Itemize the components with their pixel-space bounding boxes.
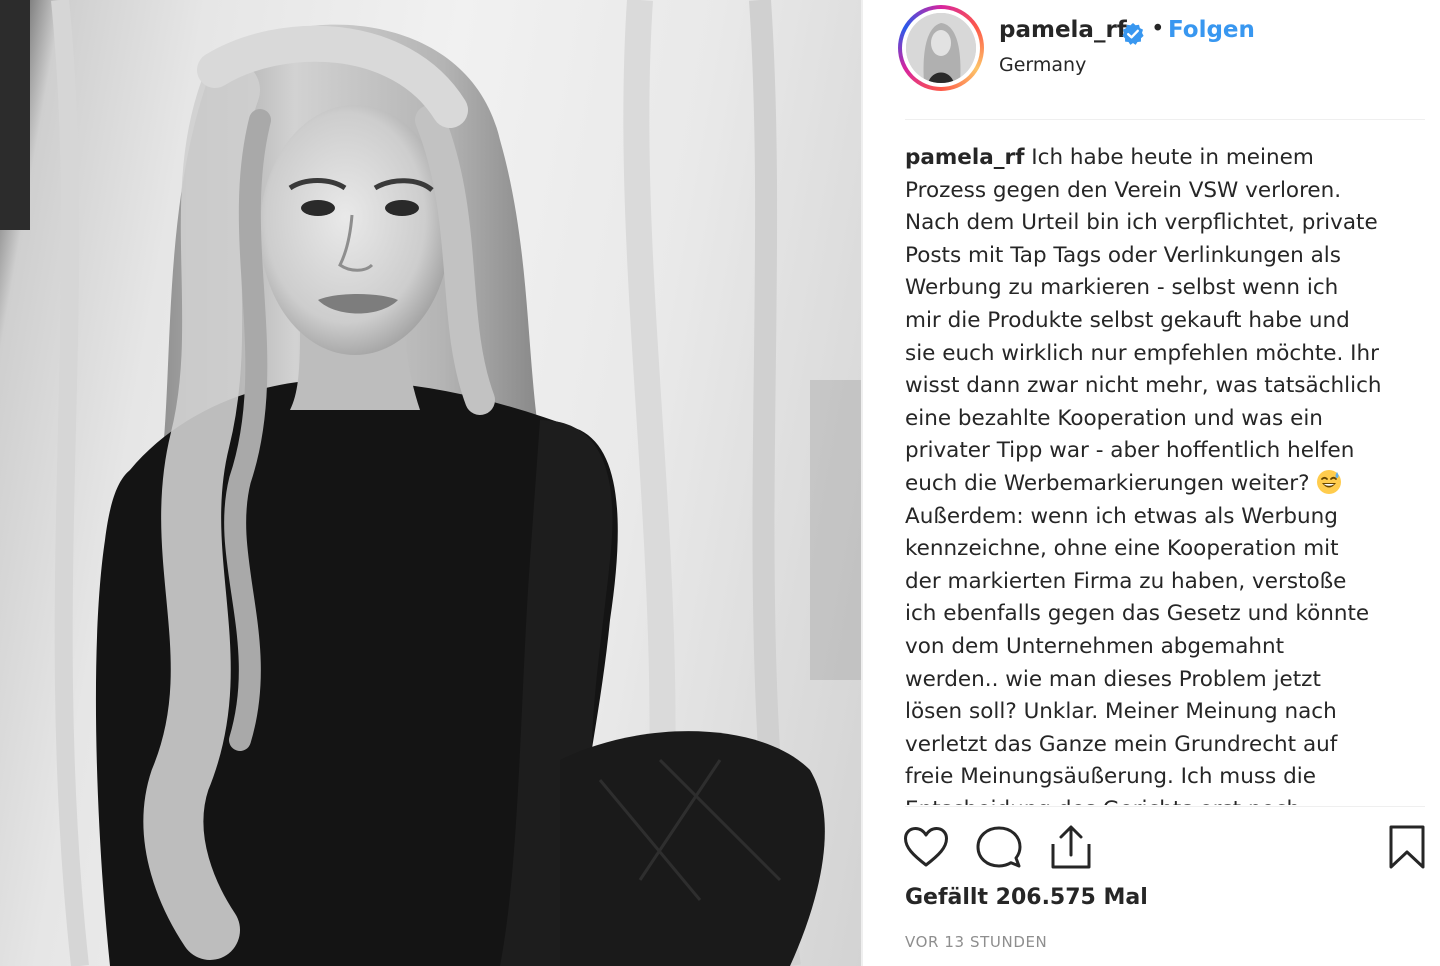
caption-line-11: euch die Werbemarkierungen weiter? xyxy=(905,468,1405,501)
bookmark-icon[interactable] xyxy=(1388,824,1426,870)
comment-icon[interactable] xyxy=(976,825,1022,871)
caption-line-2: Prozess gegen den Verein VSW verloren. xyxy=(905,177,1342,203)
post-timestamp[interactable]: VOR 13 STUNDEN xyxy=(905,933,1047,951)
caption-line-15: ich ebenfalls gegen das Gesetz und könnt… xyxy=(905,601,1370,627)
sweat-smile-emoji-icon xyxy=(1317,469,1342,494)
avatar-border xyxy=(902,9,980,87)
caption-line-17: werden.. wie man dieses Problem jetzt xyxy=(905,666,1321,692)
caption-line-12: Außerdem: wenn ich etwas als Werbung xyxy=(905,503,1338,529)
caption-line-1: pamela_rf Ich habe heute in meinem xyxy=(905,142,1405,175)
likes-count[interactable]: Gefällt 206.575 Mal xyxy=(905,885,1148,910)
caption-text-11: euch die Werbemarkierungen weiter? xyxy=(905,470,1310,496)
avatar-image xyxy=(906,13,976,83)
caption-line-5: Werbung zu markieren - selbst wenn ich xyxy=(905,275,1339,301)
caption-line-10: privater Tipp war - aber hoffentlich hel… xyxy=(905,438,1355,464)
caption-text-1: Ich habe heute in meinem xyxy=(1024,145,1314,170)
follow-button[interactable]: Folgen xyxy=(1168,17,1255,43)
separator-dot: • xyxy=(1151,16,1165,42)
heart-icon[interactable] xyxy=(903,826,949,868)
caption-line-8: wisst dann zwar nicht mehr, was tatsächl… xyxy=(905,373,1382,399)
caption-line-13: kennzeichne, ohne eine Kooperation mit xyxy=(905,536,1339,562)
actions-divider xyxy=(905,806,1425,807)
caption-username[interactable]: pamela_rf xyxy=(905,145,1024,170)
caption-line-14: der markierten Firma zu haben, verstoße xyxy=(905,568,1347,594)
caption-line-20: freie Meinungsäußerung. Ich muss die xyxy=(905,764,1316,790)
avatar[interactable] xyxy=(898,5,984,91)
portrait-photo xyxy=(0,0,862,966)
caption-line-7: sie euch wirklich nur empfehlen möchte. … xyxy=(905,340,1379,366)
caption-line-16: von dem Unternehmen abgemahnt xyxy=(905,633,1285,659)
verified-badge-icon xyxy=(1122,23,1144,45)
caption-line-6: mir die Produkte selbst gekauft habe und xyxy=(905,307,1350,333)
caption-line-19: verletzt das Ganze mein Grundrecht auf xyxy=(905,731,1338,757)
header-divider xyxy=(905,119,1425,120)
caption-line-9: eine bezahlte Kooperation und was ein xyxy=(905,405,1323,431)
caption-line-21: Entscheidung des Gerichts erst noch xyxy=(905,794,1405,805)
author-username[interactable]: pamela_rf xyxy=(999,17,1127,43)
location-link[interactable]: Germany xyxy=(999,54,1086,76)
caption-line-4: Posts mit Tap Tags oder Verlinkungen als xyxy=(905,242,1341,268)
post-caption: pamela_rf Ich habe heute in meinem Proze… xyxy=(905,142,1405,805)
share-icon[interactable] xyxy=(1049,824,1093,870)
caption-line-18: lösen soll? Unklar. Meiner Meinung nach xyxy=(905,699,1337,725)
post-photo[interactable] xyxy=(0,0,862,966)
caption-line-3: Nach dem Urteil bin ich verpflichtet, pr… xyxy=(905,210,1378,236)
